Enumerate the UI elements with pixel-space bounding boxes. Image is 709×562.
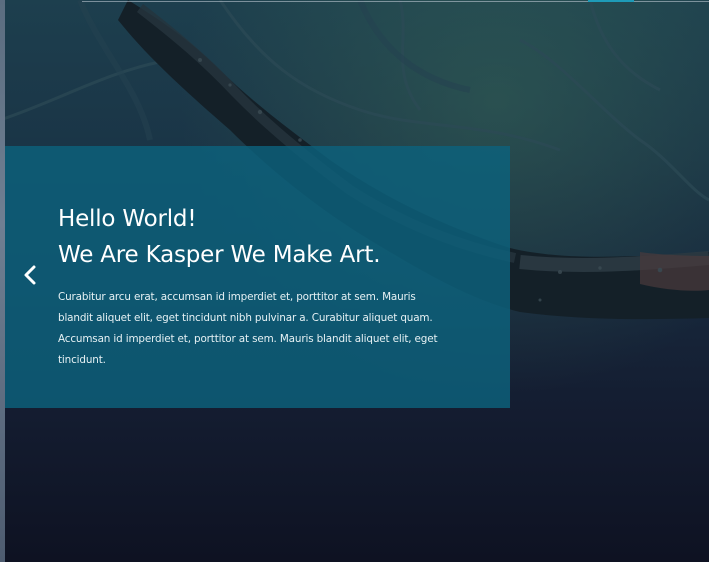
prev-slide-button[interactable] — [18, 262, 44, 288]
slide-title: Hello World! We Are Kasper We Make Art. — [58, 201, 381, 273]
slide-title-line-1: Hello World! — [58, 206, 197, 232]
slide-title-line-2: We Are Kasper We Make Art. — [58, 242, 381, 268]
hero-slider: Hello World! We Are Kasper We Make Art. … — [0, 0, 709, 562]
chevron-left-icon — [24, 265, 36, 285]
slide-description: Curabitur arcu erat, accumsan id imperdi… — [58, 291, 438, 366]
active-nav-indicator — [588, 0, 634, 2]
